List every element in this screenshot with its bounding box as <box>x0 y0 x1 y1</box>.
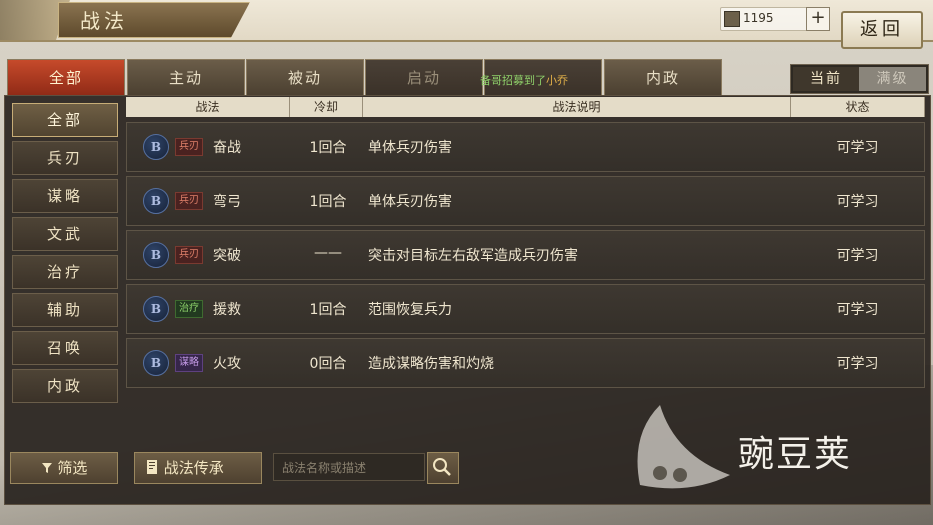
grade-icon: B <box>143 350 169 376</box>
tab-all[interactable]: 全部 <box>7 59 125 96</box>
grade-icon: B <box>143 134 169 160</box>
type-tag: 兵刃 <box>175 138 203 156</box>
tactic-description: 范围恢复兵力 <box>368 302 452 318</box>
tactic-name: 弯弓 <box>213 194 241 210</box>
table-row[interactable]: B 谋略 火攻 0回合 造成谋略伤害和灼烧 可学习 <box>126 338 925 388</box>
tab-passive[interactable]: 被动 <box>246 59 364 96</box>
toggle-max[interactable]: 满级 <box>859 67 926 91</box>
tactic-cooldown: 1回合 <box>309 140 347 156</box>
grade-icon: B <box>143 296 169 322</box>
col-status: 状态 <box>791 97 925 117</box>
type-tag: 兵刃 <box>175 246 203 264</box>
toggle-current[interactable]: 当前 <box>793 67 859 91</box>
tab-active[interactable]: 主动 <box>127 59 245 96</box>
type-tag: 兵刃 <box>175 192 203 210</box>
table-row[interactable]: B 兵刃 奋战 1回合 单体兵刃伤害 可学习 <box>126 122 925 172</box>
tactic-name: 突破 <box>213 248 241 264</box>
tab-domestic[interactable]: 内政 <box>604 59 722 96</box>
tactic-status: 可学习 <box>836 194 879 210</box>
type-tag: 谋略 <box>175 354 203 372</box>
sidebar-item-blade[interactable]: 兵刃 <box>12 141 118 175</box>
scroll-icon <box>145 459 164 477</box>
table-row[interactable]: B 治疗 援救 1回合 范围恢复兵力 可学习 <box>126 284 925 334</box>
table-row[interactable]: B 兵刃 弯弓 1回合 单体兵刃伤害 可学习 <box>126 176 925 226</box>
back-button[interactable]: 返回 <box>841 11 923 49</box>
sidebar-item-domestic[interactable]: 内政 <box>12 369 118 403</box>
filter-button[interactable]: 筛选 <box>10 452 118 484</box>
level-toggle: 当前 满级 <box>790 64 929 94</box>
tactic-description: 单体兵刃伤害 <box>368 194 452 210</box>
grade-icon: B <box>143 242 169 268</box>
tactic-inherit-label: 战法传承 <box>163 459 224 477</box>
tactic-status: 可学习 <box>836 356 879 372</box>
coin-value: 1195 <box>743 11 774 25</box>
page-title: 战法 <box>80 9 128 33</box>
sidebar-item-heal[interactable]: 治疗 <box>12 255 118 289</box>
col-cooldown: 冷却 <box>290 97 363 117</box>
tactic-status: 可学习 <box>836 302 879 318</box>
search-input[interactable]: 战法名称或描述 <box>273 453 425 481</box>
tactic-description: 单体兵刃伤害 <box>368 140 452 156</box>
table-row[interactable]: B 兵刃 突破 —— 突击对目标左右敌军造成兵刃伤害 可学习 <box>126 230 925 280</box>
grade-icon: B <box>143 188 169 214</box>
tactic-name: 援救 <box>213 302 241 318</box>
search-button[interactable] <box>427 452 459 484</box>
sidebar-item-summon[interactable]: 召唤 <box>12 331 118 365</box>
tactic-inherit-button[interactable]: 战法传承 <box>134 452 262 484</box>
tactic-status: 可学习 <box>836 140 879 156</box>
tactic-name: 奋战 <box>213 140 241 156</box>
tactic-description: 突击对目标左右敌军造成兵刃伤害 <box>368 248 578 264</box>
sidebar-item-all[interactable]: 全部 <box>12 103 118 137</box>
tactic-cooldown: 0回合 <box>309 356 347 372</box>
watermark-text: 豌豆荚 <box>738 434 853 475</box>
tactic-cooldown: —— <box>314 245 342 261</box>
tab-trigger[interactable]: 启动 <box>365 59 483 96</box>
tactic-name: 火攻 <box>213 356 241 372</box>
search-icon <box>428 458 456 485</box>
sidebar-item-mixed[interactable]: 文武 <box>12 217 118 251</box>
broadcast-prefix: 备哥招募到了 <box>480 74 546 87</box>
type-tag: 治疗 <box>175 300 203 318</box>
col-tactic: 战法 <box>126 97 290 117</box>
col-description: 战法说明 <box>363 97 791 117</box>
tactic-description: 造成谋略伤害和灼烧 <box>368 356 494 372</box>
tactic-cooldown: 1回合 <box>309 194 347 210</box>
broadcast-message: 备哥招募到了小乔 <box>480 72 568 88</box>
broadcast-name: 小乔 <box>546 74 568 87</box>
add-coins-button[interactable]: + <box>806 7 830 31</box>
filter-label: 筛选 <box>57 459 88 477</box>
coin-icon <box>724 11 740 27</box>
filter-icon <box>41 459 58 477</box>
sidebar-item-strategy[interactable]: 谋略 <box>12 179 118 213</box>
tactic-status: 可学习 <box>836 248 879 264</box>
tactic-cooldown: 1回合 <box>309 302 347 318</box>
sidebar-item-support[interactable]: 辅助 <box>12 293 118 327</box>
title-bar: 战法 1195 + <box>0 0 933 42</box>
